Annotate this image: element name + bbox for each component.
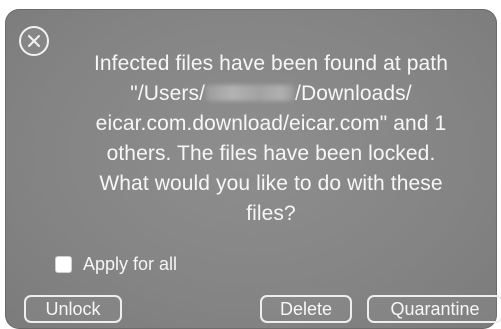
- delete-button[interactable]: Delete: [260, 295, 352, 323]
- close-icon: [28, 35, 40, 47]
- quarantine-button[interactable]: Quarantine: [367, 295, 501, 323]
- message-line-4: others. The files have been locked.: [106, 142, 436, 165]
- message-line-2: "/Users/ /Downloads/: [45, 79, 497, 109]
- redacted-username: [206, 85, 295, 101]
- message-line-5: What would you like to do with these: [99, 172, 443, 195]
- message-line-6: files?: [246, 202, 296, 225]
- unlock-button[interactable]: Unlock: [24, 295, 122, 323]
- threat-alert-dialog: Infected files have been found at path "…: [5, 9, 501, 329]
- message-line-1: Infected files have been found at path: [93, 52, 449, 75]
- apply-for-all-checkbox[interactable]: [55, 256, 72, 273]
- path-suffix: /Downloads/: [295, 82, 412, 105]
- message-line-3: eicar.com.download/eicar.com" and 1: [95, 112, 447, 135]
- path-prefix: "/Users/: [130, 82, 206, 105]
- apply-for-all-row[interactable]: Apply for all: [55, 254, 177, 275]
- apply-for-all-label: Apply for all: [83, 254, 178, 274]
- alert-message: Infected files have been found at path "…: [45, 49, 497, 229]
